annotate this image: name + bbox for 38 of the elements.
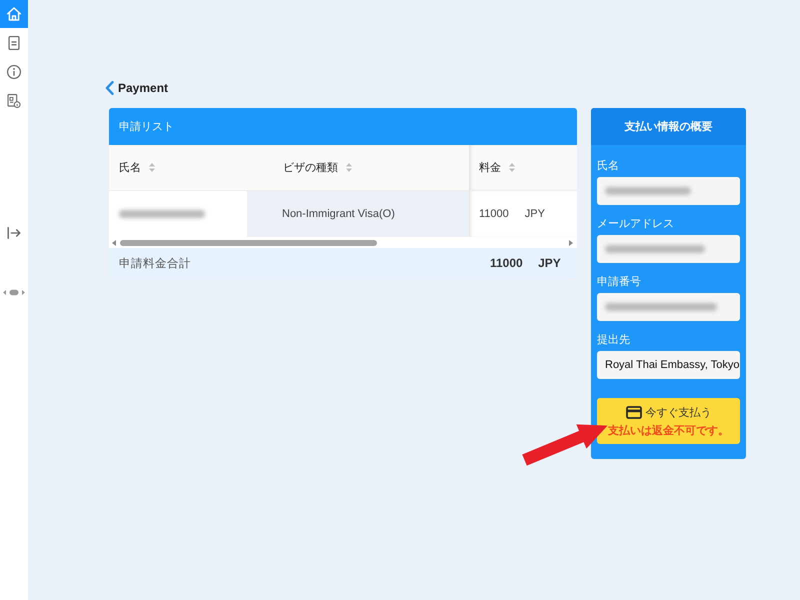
field-label: 氏名 xyxy=(597,159,619,173)
document-icon xyxy=(8,36,20,50)
scroll-left-icon[interactable] xyxy=(112,240,116,246)
column-header[interactable]: ビザの種類 xyxy=(247,145,469,191)
field-label: メールアドレス xyxy=(597,217,674,231)
column-header[interactable]: 料金 xyxy=(469,145,577,191)
info-icon xyxy=(7,65,21,79)
sort-icon[interactable] xyxy=(346,163,352,172)
text-field[interactable]: Royal Thai Embassy, Tokyo xyxy=(597,351,740,379)
total-amount: 11000 JPY xyxy=(489,256,561,270)
column-title: 氏名 xyxy=(119,161,141,175)
column-title: ビザの種類 xyxy=(283,161,338,175)
warning-text: 支払いは返金不可です。 xyxy=(608,424,729,438)
back-button[interactable]: Payment xyxy=(105,79,168,96)
exit-arrow-icon xyxy=(7,227,21,239)
text-field[interactable] xyxy=(597,177,740,205)
chevron-left-icon xyxy=(105,80,114,94)
card-title: 申請リスト xyxy=(119,120,174,134)
scroll-right-icon[interactable] xyxy=(569,240,573,246)
field-label: 提出先 xyxy=(597,333,630,347)
scrollbar-thumb[interactable] xyxy=(120,240,377,246)
table-cell: 11000 JPY xyxy=(469,191,577,237)
field-label: 申請番号 xyxy=(597,275,641,289)
sort-icon[interactable] xyxy=(509,163,515,172)
credit-card-icon xyxy=(626,406,642,418)
total-label: 申請料金合計 xyxy=(119,256,192,270)
home-icon xyxy=(7,7,21,21)
home-nav-item[interactable] xyxy=(0,0,28,28)
sort-icon[interactable] xyxy=(149,163,155,172)
column-title: 料金 xyxy=(479,161,501,175)
card-title: 支払い情報の概要 xyxy=(624,120,712,134)
document-badge-icon xyxy=(7,94,21,108)
text-field[interactable] xyxy=(597,235,740,263)
pay-now-button[interactable]: 今すぐ支払う 支払いは返金不可です。 xyxy=(597,398,740,444)
column-header[interactable]: 氏名 xyxy=(109,145,247,191)
table-cell: Non-Immigrant Visa(O) xyxy=(247,191,469,237)
text-field[interactable] xyxy=(597,293,740,321)
collapse-handle-icon[interactable] xyxy=(3,289,25,296)
